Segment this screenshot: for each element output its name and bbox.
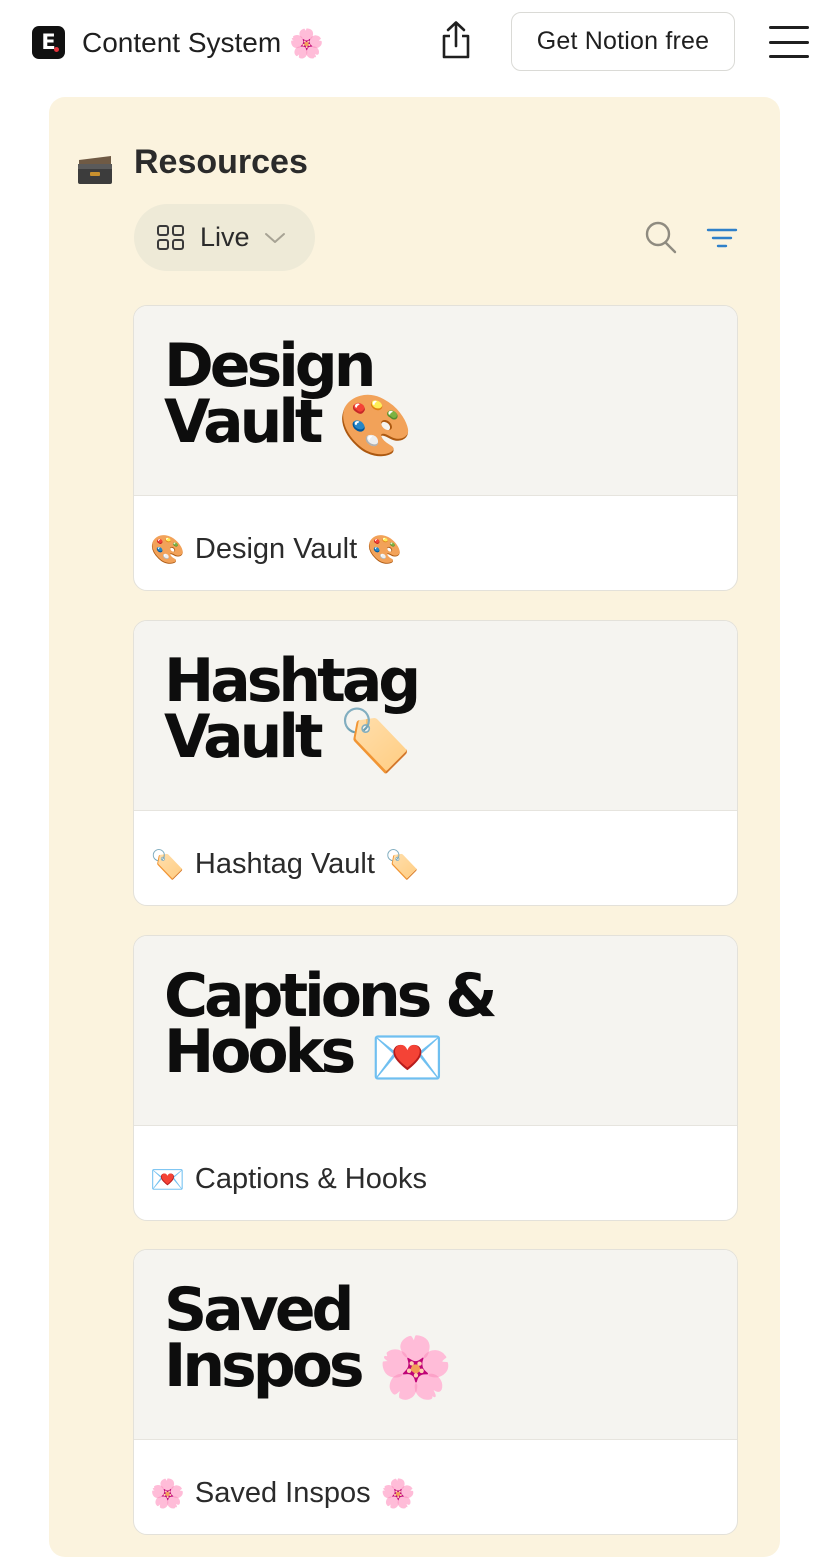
card-title: Design Vault	[194, 532, 358, 565]
card-cover: Hashtag Vault 🏷️	[134, 621, 737, 811]
artist-palette-icon: 🎨	[367, 532, 403, 566]
cherry-blossom-icon: 🌸	[150, 1476, 185, 1510]
love-letter-icon: 💌	[370, 1023, 445, 1093]
card-title: Captions & Hooks	[194, 1162, 427, 1195]
card-cover: Saved Inspos 🌸	[134, 1250, 737, 1440]
filter-icon	[706, 228, 738, 248]
get-notion-free-button[interactable]: Get Notion free	[511, 12, 735, 71]
card-title: Saved Inspos	[194, 1476, 371, 1509]
gallery-card-captions-hooks[interactable]: Captions & Hooks 💌 💌 Captions & Hooks	[133, 935, 738, 1221]
menu-button[interactable]	[768, 22, 810, 62]
cherry-blossom-icon: 🌸	[378, 1333, 453, 1403]
chevron-down-icon	[264, 232, 285, 243]
database-title[interactable]: Resources	[134, 140, 308, 184]
gallery-card-hashtag-vault[interactable]: Hashtag Vault 🏷️ 🏷️ Hashtag Vault 🏷️	[133, 620, 738, 906]
cherry-blossom-icon: 🌸	[380, 1476, 416, 1510]
search-icon	[645, 221, 677, 254]
gallery-card-design-vault[interactable]: Design Vault 🎨 🎨 Design Vault 🎨	[133, 305, 738, 591]
card-cover-text: Saved Inspos	[164, 1275, 365, 1401]
card-title-row: 🎨 Design Vault 🎨	[150, 528, 402, 570]
card-title-row: 🏷️ Hashtag Vault 🏷️	[150, 843, 420, 885]
workspace-title-text: Content System	[82, 27, 282, 58]
search-button[interactable]	[644, 220, 678, 256]
label-tag-icon: 🏷️	[338, 706, 413, 776]
hamburger-icon	[769, 26, 809, 29]
share-icon	[442, 21, 470, 59]
label-tag-icon: 🏷️	[150, 847, 185, 881]
workspace-logo-icon[interactable]: E	[32, 26, 65, 59]
view-label: Live	[200, 222, 250, 252]
gallery-card-saved-inspos[interactable]: Saved Inspos 🌸 🌸 Saved Inspos 🌸	[133, 1249, 738, 1535]
share-button[interactable]	[436, 18, 476, 62]
view-selector-live[interactable]: Live	[134, 204, 315, 271]
love-letter-icon: 💌	[150, 1162, 185, 1196]
card-title: Hashtag Vault	[194, 847, 375, 880]
cherry-blossom-icon: 🌸	[289, 26, 325, 60]
workspace-title[interactable]: Content System 🌸	[82, 24, 324, 62]
card-file-box-icon	[78, 156, 112, 184]
card-cover: Captions & Hooks 💌	[134, 936, 737, 1126]
label-tag-icon: 🏷️	[384, 847, 420, 881]
top-bar: E Content System 🌸 Get Notion free	[0, 0, 829, 84]
card-title-row: 🌸 Saved Inspos 🌸	[150, 1472, 415, 1514]
card-cover: Design Vault 🎨	[134, 306, 737, 496]
card-title-row: 💌 Captions & Hooks	[150, 1158, 427, 1200]
artist-palette-icon: 🎨	[150, 532, 185, 566]
artist-palette-icon: 🎨	[338, 391, 413, 461]
filter-button[interactable]	[704, 222, 740, 254]
gallery-grid-icon	[157, 224, 184, 250]
